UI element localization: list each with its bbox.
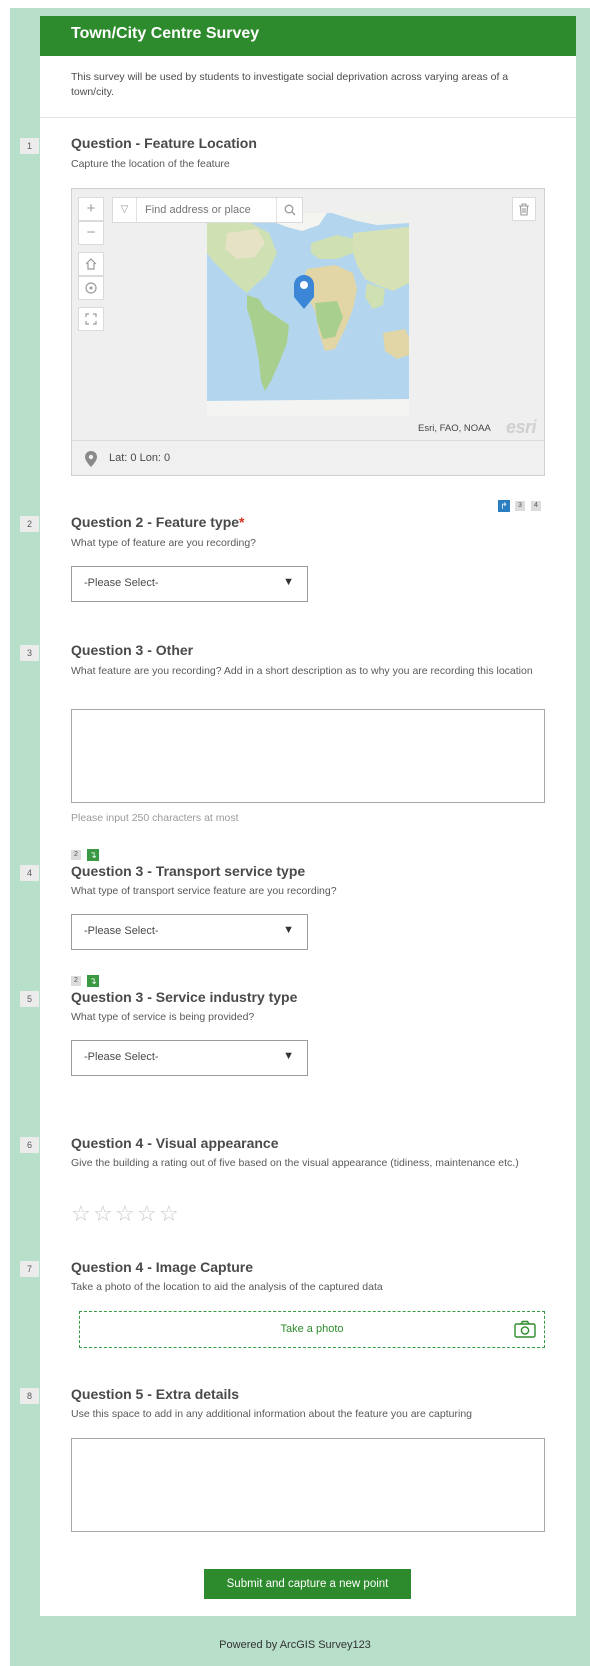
- question-number: 4: [20, 865, 39, 881]
- star-icon[interactable]: ☆: [137, 1201, 159, 1227]
- trash-icon[interactable]: [512, 197, 536, 221]
- locate-icon[interactable]: [78, 276, 104, 300]
- question-hint: What type of service is being provided?: [71, 1011, 255, 1023]
- esri-logo: esri: [506, 417, 537, 437]
- powered-by-footer: Powered by ArcGIS Survey123: [219, 1639, 371, 1651]
- map-coordinates-bar: Lat: 0 Lon: 0: [72, 440, 544, 475]
- select-value: -Please Select-: [84, 925, 159, 937]
- home-icon[interactable]: [78, 252, 104, 276]
- question-title: Question 4 - Image Capture: [71, 1259, 254, 1275]
- question-hint: What type of transport service feature a…: [71, 885, 337, 897]
- question-hint: What type of feature are you recording?: [71, 537, 257, 549]
- map-canvas[interactable]: + − ▽ Esri, FAO, NOAA esri: [72, 189, 544, 440]
- other-feature-textarea[interactable]: [71, 709, 545, 803]
- star-icon[interactable]: ☆: [71, 1201, 93, 1227]
- required-marker: *: [239, 514, 245, 530]
- location-map[interactable]: + − ▽ Esri, FAO, NOAA esri Lat: 0 Lon: [71, 188, 545, 476]
- question-number: 3: [20, 645, 39, 661]
- question-title: Question 3 - Service industry type: [71, 989, 298, 1005]
- dependent-question-badge: 4: [531, 501, 541, 511]
- star-icon[interactable]: ☆: [159, 1201, 181, 1227]
- camera-icon[interactable]: [514, 1320, 536, 1338]
- question-title: Question - Feature Location: [71, 135, 257, 151]
- zoom-in-icon[interactable]: +: [78, 197, 104, 221]
- service-industry-select[interactable]: -Please Select- ▼: [71, 1040, 308, 1076]
- map-pin-icon: [85, 451, 97, 467]
- map-marker-icon[interactable]: [294, 275, 314, 309]
- question-number: 2: [20, 516, 39, 532]
- relevance-link-icon: ↴: [87, 849, 99, 861]
- star-icon[interactable]: ☆: [93, 1201, 115, 1227]
- question-hint: What feature are you recording? Add in a…: [71, 665, 533, 677]
- transport-service-select[interactable]: -Please Select- ▼: [71, 914, 308, 950]
- extra-details-textarea[interactable]: [71, 1438, 545, 1532]
- survey-header: Town/City Centre Survey: [40, 16, 576, 56]
- relevance-link-icon: ↱: [498, 500, 510, 512]
- dropdown-arrow-icon: ▼: [283, 924, 294, 936]
- question-number: 1: [20, 138, 39, 154]
- coordinates-readout: Lat: 0 Lon: 0: [109, 452, 171, 464]
- question-hint: Take a photo of the location to aid the …: [71, 1281, 383, 1293]
- select-value: -Please Select-: [84, 577, 159, 589]
- dependent-question-badge: 3: [515, 501, 525, 511]
- star-icon[interactable]: ☆: [115, 1201, 137, 1227]
- map-attribution: Esri, FAO, NOAA: [418, 423, 491, 434]
- question-title: Question 4 - Visual appearance: [71, 1135, 279, 1151]
- select-value: -Please Select-: [84, 1051, 159, 1063]
- feature-type-select[interactable]: -Please Select- ▼: [71, 566, 308, 602]
- relevance-link-icon: ↴: [87, 975, 99, 987]
- world-basemap[interactable]: [207, 213, 409, 416]
- dropdown-arrow-icon: ▼: [283, 576, 294, 588]
- question-number: 7: [20, 1261, 39, 1277]
- relevance-source-badge: 2: [71, 850, 81, 860]
- header-divider: [40, 117, 576, 118]
- dropdown-arrow-icon: ▼: [283, 1050, 294, 1062]
- search-icon[interactable]: [276, 198, 302, 222]
- question-hint: Use this space to add in any additional …: [71, 1408, 473, 1420]
- star-rating[interactable]: ☆ ☆ ☆ ☆ ☆: [71, 1201, 181, 1227]
- question-number: 8: [20, 1388, 39, 1404]
- take-photo-label: Take a photo: [280, 1323, 344, 1335]
- survey-title: Town/City Centre Survey: [71, 25, 260, 42]
- question-hint: Give the building a rating out of five b…: [71, 1157, 519, 1169]
- question-title: Question 5 - Extra details: [71, 1386, 240, 1402]
- question-number: 6: [20, 1137, 39, 1153]
- search-options-chevron-icon[interactable]: ▽: [113, 198, 137, 222]
- submit-button[interactable]: Submit and capture a new point: [204, 1569, 411, 1599]
- question-title: Question 3 - Transport service type: [71, 863, 306, 879]
- character-limit-hint: Please input 250 characters at most: [71, 812, 239, 824]
- question-title: Question 3 - Other: [71, 642, 194, 658]
- question-hint: Capture the location of the feature: [71, 158, 230, 170]
- map-search-bar[interactable]: ▽: [112, 197, 303, 223]
- zoom-out-icon[interactable]: −: [78, 221, 104, 245]
- survey-description: This survey will be used by students to …: [71, 71, 509, 98]
- question-title: Question 2 - Feature type*: [71, 514, 245, 530]
- address-search-input[interactable]: [145, 198, 273, 222]
- relevance-source-badge: 2: [71, 976, 81, 986]
- fullscreen-icon[interactable]: [78, 307, 104, 331]
- question-number: 5: [20, 991, 39, 1007]
- take-photo-button[interactable]: Take a photo: [79, 1311, 545, 1348]
